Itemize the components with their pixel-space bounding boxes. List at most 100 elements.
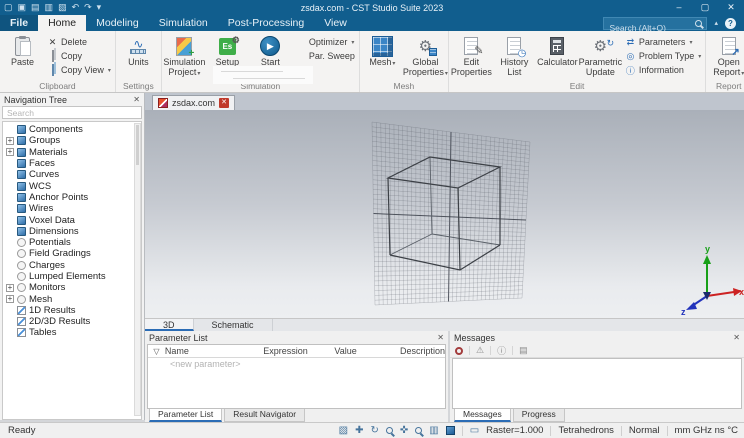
menu-tab[interactable]: Post-Processing [218, 15, 314, 31]
status-mode[interactable]: Normal [629, 425, 660, 436]
message-list-icon[interactable]: ▤ [519, 345, 528, 356]
filter-icon[interactable]: ▽ [148, 347, 165, 356]
menu-tab[interactable]: Simulation [149, 15, 218, 31]
close-button[interactable]: ✕ [718, 0, 744, 15]
redo-icon[interactable]: ↷ [84, 3, 92, 12]
tree-item[interactable]: Field Gradings [3, 248, 141, 259]
status-mesh-type[interactable]: Tetrahedrons [558, 425, 613, 436]
parameters-button[interactable]: ⇄ Parameters ▾ [622, 35, 704, 49]
zoom-icon[interactable] [415, 427, 423, 434]
history-list-button[interactable]: ◷ History List [493, 32, 536, 77]
bounding-box-icon[interactable] [445, 426, 455, 435]
information-button[interactable]: ⓘ Information [622, 63, 704, 77]
info-filter-icon[interactable]: ⓘ [497, 344, 506, 357]
delete-button[interactable]: ✕ Delete [44, 35, 114, 49]
column-description[interactable]: Description [400, 346, 445, 356]
tree-item[interactable]: Lumped Elements [3, 271, 141, 282]
help-icon[interactable]: ? [725, 17, 736, 29]
save-icon[interactable]: ▤ [31, 3, 40, 12]
maximize-button[interactable]: ▢ [692, 0, 718, 15]
menu-tab[interactable]: View [314, 15, 357, 31]
close-panel-icon[interactable]: ✕ [437, 333, 444, 342]
calculator-button[interactable]: Calculator [536, 32, 579, 68]
view-tab[interactable]: 3D [145, 319, 194, 331]
open-file-icon[interactable]: ▣ [18, 3, 27, 12]
problem-type-button[interactable]: ◎ Problem Type ▾ [622, 49, 704, 63]
expand-icon[interactable] [6, 283, 14, 292]
export-icon[interactable]: ▧ [58, 3, 67, 12]
expand-icon[interactable] [6, 294, 14, 304]
error-filter-icon[interactable] [455, 346, 463, 355]
par-sweep-button[interactable]: Par. Sweep [292, 49, 358, 63]
tree-item-icon [17, 328, 26, 338]
bottom-tab[interactable]: Messages [454, 409, 511, 422]
save-all-icon[interactable]: ▥ [45, 3, 54, 12]
tree-item[interactable]: WCS [3, 180, 141, 192]
rotate-tool-icon[interactable]: ↻ [370, 425, 378, 436]
menu-tab[interactable]: Modeling [86, 15, 149, 31]
paste-button[interactable]: Paste [1, 32, 44, 68]
parametric-update-button[interactable]: ⚙ ↻ Parametric Update [579, 32, 623, 77]
tree-item[interactable]: Potentials [3, 237, 141, 248]
units-button[interactable]: ∿ Units [117, 32, 160, 68]
bottom-tab[interactable]: Parameter List [149, 409, 223, 422]
tree-item[interactable]: Components [3, 124, 141, 135]
tree-item[interactable]: 1D Results [3, 305, 141, 316]
tree-item[interactable]: Mesh [3, 293, 141, 305]
global-properties-button[interactable]: ⚙ Global Properties▾ [403, 32, 448, 79]
tree-item[interactable]: Tables [3, 327, 141, 338]
tree-item[interactable]: Monitors [3, 282, 141, 293]
tree-item[interactable]: Materials [3, 147, 141, 158]
bottom-tab[interactable]: Result Navigator [224, 409, 306, 422]
split-view-icon[interactable]: ▥ [429, 425, 438, 436]
minimize-button[interactable]: – [666, 0, 692, 15]
tree-item[interactable]: Faces [3, 158, 141, 169]
tree-search-input[interactable] [2, 106, 142, 119]
expand-icon[interactable] [6, 147, 14, 157]
simulation-project-button[interactable]: Simulation Project▾ [163, 32, 206, 79]
copy-view-button[interactable]: Copy View ▾ [44, 63, 114, 77]
quick-access-more-icon[interactable]: ▾ [97, 3, 102, 12]
tree-item[interactable]: Curves [3, 169, 141, 180]
close-panel-icon[interactable]: ✕ [733, 333, 740, 342]
new-file-icon[interactable]: ▢ [4, 3, 13, 12]
tree-item[interactable]: Voxel Data [3, 214, 141, 226]
mesh-grid-plane [371, 121, 531, 306]
3d-viewport[interactable]: y x z [145, 110, 744, 318]
menu-tab[interactable]: File [0, 15, 39, 31]
mesh-button[interactable]: Mesh▾ [361, 32, 404, 70]
menu-tab[interactable]: Home [38, 15, 87, 31]
open-report-button[interactable]: ↗ Open Report▾ [707, 32, 744, 79]
tree-item[interactable]: Wires [3, 203, 141, 214]
window-title: zsdax.com - CST Studio Suite 2023 [300, 2, 444, 13]
tree-scrollbar[interactable] [134, 123, 141, 416]
zoom-lasso-icon[interactable] [385, 427, 393, 434]
document-tab[interactable]: zsdax.com ✕ [152, 95, 236, 110]
tree-item[interactable]: Groups [3, 135, 141, 146]
new-parameter-row[interactable]: <new parameter> [148, 358, 445, 370]
status-raster[interactable]: Raster=1.000 [486, 425, 543, 436]
pan-tool-icon[interactable]: ✚ [355, 425, 363, 436]
tree-item[interactable]: Anchor Points [3, 192, 141, 203]
ribbon-search-box[interactable] [603, 16, 708, 33]
column-expression[interactable]: Expression [263, 346, 334, 356]
move-tool-icon[interactable]: ✜ [400, 425, 408, 436]
close-document-icon[interactable]: ✕ [219, 98, 230, 108]
select-tool-icon[interactable]: ▧ [339, 425, 348, 436]
warning-filter-icon[interactable]: ⚠ [476, 345, 484, 356]
tree-item[interactable]: 2D/3D Results [3, 316, 141, 327]
close-panel-icon[interactable]: ✕ [133, 95, 140, 104]
optimizer-button[interactable]: Optimizer ▾ [292, 35, 358, 49]
bottom-tab[interactable]: Progress [512, 409, 565, 422]
undo-icon[interactable]: ↶ [72, 3, 80, 12]
tree-item[interactable]: Charges [3, 260, 141, 271]
column-name[interactable]: Name [165, 346, 263, 356]
expand-icon[interactable] [6, 136, 14, 145]
tree-item[interactable]: Dimensions [3, 226, 141, 237]
view-tab[interactable]: Schematic [194, 319, 273, 331]
edit-properties-button[interactable]: ✎ Edit Properties [450, 32, 493, 77]
status-units[interactable]: mm GHz ns °C [675, 425, 738, 436]
collapse-ribbon-icon[interactable]: ▴ [714, 19, 718, 27]
column-value[interactable]: Value [334, 346, 400, 356]
copy-button[interactable]: Copy [44, 49, 114, 63]
